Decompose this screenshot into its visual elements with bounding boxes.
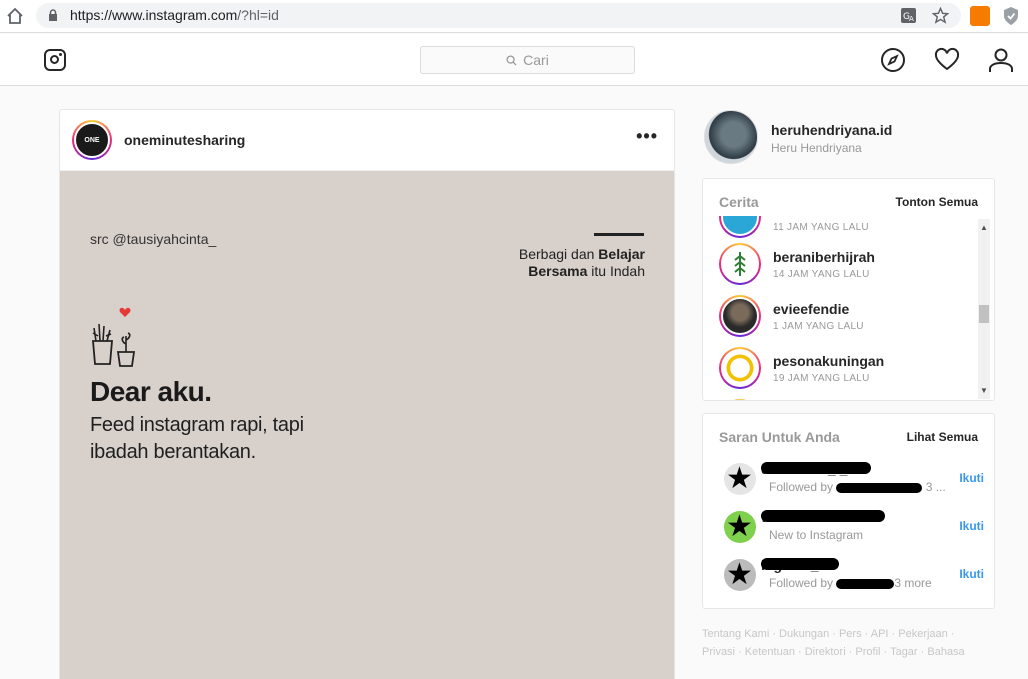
explore-compass-icon[interactable] <box>880 47 906 73</box>
suggestion-subtitle-suffix: 3 more <box>894 576 932 590</box>
scrollbar-thumb[interactable] <box>979 305 989 323</box>
scroll-down-arrow-icon[interactable]: ▼ <box>980 386 988 395</box>
image-source-text: src @tausiyahcinta_ <box>90 231 217 247</box>
instagram-navbar: Cari <box>0 34 1028 86</box>
post-username[interactable]: oneminutesharing <box>124 132 245 148</box>
post-avatar[interactable]: ONE <box>72 120 112 160</box>
url-path: /?hl=id <box>237 7 279 23</box>
shopping-extension-icon[interactable] <box>970 6 990 26</box>
post-header: ONE oneminutesharing ••• <box>60 110 674 171</box>
story-avatar <box>721 245 759 283</box>
image-tagline-2: Bersama itu Indah <box>528 263 645 279</box>
watch-all-link[interactable]: Tonton Semua <box>896 195 978 209</box>
story-item[interactable]: beraniberhijrah 14 JAM YANG LALU <box>719 243 979 295</box>
see-all-link[interactable]: Lihat Semua <box>907 430 978 444</box>
suggestion-avatar[interactable]: ★ <box>724 463 756 495</box>
suggestion-subtitle: New to Instagram <box>769 528 863 542</box>
home-icon[interactable] <box>6 7 24 25</box>
current-fullname: Heru Hendriyana <box>771 141 862 155</box>
redaction-mark-icon: ★ <box>726 511 753 543</box>
footer-line-1[interactable]: Tentang Kami · Dukungan · Pers · API · P… <box>702 625 1002 643</box>
url-text[interactable]: https://www.instagram.com/?hl=id <box>70 7 279 23</box>
instagram-logo-icon[interactable] <box>44 49 66 71</box>
suggestion-subtitle-prefix: Followed by <box>769 480 834 494</box>
story-username: evieefendie <box>773 301 850 317</box>
stories-panel: Cerita Tonton Semua 11 JAM YANG LALU ber… <box>702 178 995 401</box>
story-avatar <box>721 216 759 236</box>
stories-scrollbar[interactable]: ▲ ▼ <box>978 219 990 399</box>
footer-links: Tentang Kami · Dukungan · Pers · API · P… <box>702 625 1002 661</box>
suggestion-item: ★ wulanmuhalrani00 New to Instagram Ikut… <box>719 509 984 557</box>
tagline-2b: itu Indah <box>587 263 645 279</box>
shield-extension-icon[interactable] <box>1002 6 1020 26</box>
footer-line-2[interactable]: Privasi · Ketentuan · Direktori · Profil… <box>702 643 1002 661</box>
current-username[interactable]: heruhendriyana.id <box>771 122 892 138</box>
lock-icon[interactable] <box>48 9 58 22</box>
story-time: 11 JAM YANG LALU <box>773 222 869 233</box>
more-options-icon[interactable]: ••• <box>636 126 658 147</box>
hijrah-logo-icon <box>734 252 746 276</box>
image-line-2: ibadah berantakan. <box>90 441 256 463</box>
story-item[interactable] <box>719 399 979 400</box>
feed-post: ONE oneminutesharing ••• src @tausiyahci… <box>59 109 675 679</box>
redaction-bar <box>761 558 839 570</box>
redaction-bar <box>836 482 923 493</box>
plants-heart-icon <box>92 307 136 367</box>
search-input[interactable]: Cari <box>420 46 635 74</box>
story-item[interactable]: pesonakuningan 19 JAM YANG LALU <box>719 347 979 399</box>
redaction-mark-icon: ★ <box>726 559 753 591</box>
scroll-up-arrow-icon[interactable]: ▲ <box>980 223 988 232</box>
post-image[interactable]: src @tausiyahcinta_ Berbagi dan Belajar … <box>60 171 674 679</box>
tagline-2a: Bersama <box>528 263 588 279</box>
story-username: beraniberhijrah <box>773 249 875 265</box>
image-heading: Dear aku. <box>90 376 212 407</box>
image-line-1: Feed instagram rapi, tapi <box>90 414 304 436</box>
current-user-avatar[interactable] <box>704 110 758 164</box>
current-user-card: heruhendriyana.id Heru Hendriyana <box>704 110 994 166</box>
translate-icon[interactable]: GA <box>900 7 917 24</box>
follow-button[interactable]: Ikuti <box>959 471 984 485</box>
story-time: 1 JAM YANG LALU <box>773 321 864 332</box>
redaction-bar <box>761 510 885 522</box>
story-avatar <box>721 297 759 335</box>
suggestion-subtitle: Followed by 3 ... <box>769 480 946 494</box>
follow-button[interactable]: Ikuti <box>959 519 984 533</box>
suggestion-item: ★ inghani_20 Followed by 3 more Ikuti <box>719 557 984 605</box>
url-host: https://www.instagram.com <box>70 7 238 23</box>
tagline-1a: Berbagi dan <box>518 246 599 262</box>
heart-activity-icon[interactable] <box>934 47 960 73</box>
story-time: 19 JAM YANG LALU <box>773 373 870 384</box>
stories-title: Cerita <box>719 194 759 210</box>
suggestion-subtitle-prefix: New to Instagram <box>769 528 864 542</box>
suggestion-subtitle: Followed by 3 more <box>769 576 932 590</box>
story-username: pesonakuningan <box>773 353 885 369</box>
image-decor-bar <box>594 233 644 236</box>
bookmark-star-icon[interactable] <box>932 7 949 24</box>
suggestion-avatar[interactable]: ★ <box>724 511 756 543</box>
stories-list: 11 JAM YANG LALU beraniberhijrah 14 JAM … <box>703 216 983 400</box>
svg-text:A: A <box>909 15 914 23</box>
follow-button[interactable]: Ikuti <box>959 567 984 581</box>
search-icon <box>506 54 517 66</box>
browser-toolbar: https://www.instagram.com/?hl=id GA <box>0 0 1028 33</box>
redaction-bar <box>836 578 895 589</box>
address-bar[interactable]: https://www.instagram.com/?hl=id GA <box>36 3 961 28</box>
redaction-bar <box>761 462 871 474</box>
tagline-1b: Belajar <box>598 246 645 262</box>
story-item[interactable]: evieefendie 1 JAM YANG LALU <box>719 295 979 347</box>
story-avatar <box>721 349 759 387</box>
image-tagline-1: Berbagi dan Belajar <box>519 246 645 262</box>
suggestion-subtitle-suffix: 3 ... <box>922 480 946 494</box>
search-placeholder: Cari <box>523 52 549 68</box>
story-time: 14 JAM YANG LALU <box>773 269 870 280</box>
suggestions-panel: Saran Untuk Anda Lihat Semua ★ dwilluwet… <box>702 413 995 609</box>
suggestion-item: ★ dwilluweti_i_97 Followed by 3 ... Ikut… <box>719 461 984 509</box>
suggestion-avatar[interactable]: ★ <box>724 559 756 591</box>
suggestion-subtitle-prefix: Followed by <box>769 576 834 590</box>
suggestions-title: Saran Untuk Anda <box>719 429 840 445</box>
profile-person-icon[interactable] <box>988 47 1014 73</box>
post-avatar-text: ONE <box>74 122 110 158</box>
redaction-mark-icon: ★ <box>726 463 753 495</box>
